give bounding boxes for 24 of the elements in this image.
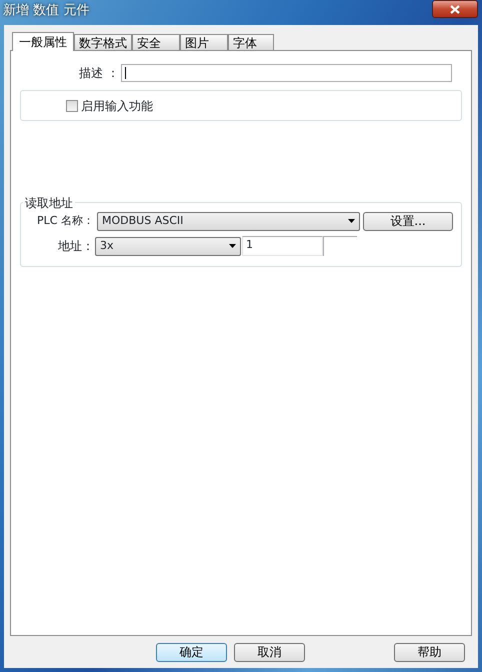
dialog-button[interactable]: 取消: [234, 643, 305, 662]
settings-button[interactable]: 设置...: [363, 212, 453, 230]
checkbox[interactable]: [66, 100, 78, 112]
checkbox-label: 启用输入功能: [81, 98, 153, 114]
window-title: 新增 数值 元件: [3, 2, 90, 20]
plc-dropdown[interactable]: MODBUS ASCII: [97, 212, 360, 230]
caret-icon: [229, 244, 236, 248]
tab[interactable]: 一般属性: [12, 32, 74, 51]
caret-icon: [348, 219, 355, 223]
dialog-button[interactable]: 确定: [156, 643, 227, 662]
field-label: PLC 名称：: [36, 212, 94, 229]
address-type-dropdown[interactable]: 3x: [95, 236, 241, 256]
address-field[interactable]: 1: [242, 236, 323, 256]
tab[interactable]: 字体: [228, 34, 274, 50]
field-label: 地址：: [57, 238, 94, 255]
tab[interactable]: 安全: [132, 34, 180, 50]
dialog-button[interactable]: 帮助: [394, 643, 465, 662]
tab[interactable]: 数字格式: [74, 34, 132, 50]
close-button[interactable]: [432, 0, 478, 18]
tab[interactable]: 图片: [180, 34, 228, 50]
field-label: 描述 ：: [78, 65, 120, 82]
close-icon: [450, 4, 460, 14]
group-title: 读取地址: [23, 194, 75, 212]
description-field[interactable]: [121, 64, 452, 82]
